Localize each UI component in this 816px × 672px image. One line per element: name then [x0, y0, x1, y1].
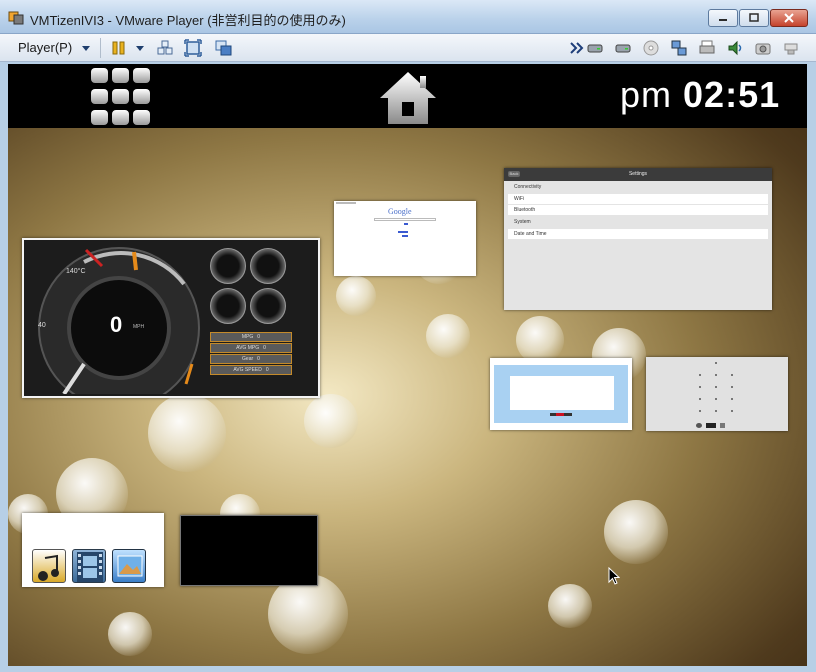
background-bubble [516, 316, 564, 364]
stat-row: MPG 0 [210, 332, 292, 342]
keypad-call-button [696, 423, 702, 428]
cdrom-icon[interactable] [642, 39, 660, 57]
camera-icon[interactable] [754, 39, 772, 57]
background-bubble [148, 394, 226, 472]
blank-app-thumbnail[interactable] [180, 515, 318, 586]
stat-row: AVG SPEED 0 [210, 365, 292, 375]
clock-ampm: pm [620, 74, 673, 115]
minimize-button[interactable] [708, 9, 738, 27]
steering-wheel-gauge [210, 288, 246, 324]
player-menu-label: Player(P) [18, 40, 73, 55]
video-player-icon [72, 549, 106, 583]
pause-icon[interactable] [110, 39, 128, 57]
browser-app-thumbnail[interactable]: Google [334, 201, 476, 276]
link-text [398, 231, 408, 233]
usb-icon[interactable] [782, 39, 800, 57]
toolbar-divider [100, 38, 101, 58]
app-grid-icon[interactable] [91, 68, 151, 126]
background-bubble [108, 612, 152, 656]
fullscreen-icon[interactable] [184, 39, 202, 57]
temperature-low-label: 40 [38, 322, 46, 329]
settings-item: WiFi [508, 194, 768, 204]
small-gauge [250, 248, 286, 284]
link-text [402, 235, 408, 237]
stat-row: Gear 0 [210, 354, 292, 364]
stat-row: AVG MPG 0 [210, 343, 292, 353]
keypad-dial-button [706, 423, 716, 428]
unity-icon[interactable] [214, 39, 232, 57]
sound-icon[interactable] [726, 39, 744, 57]
send-ctrl-alt-del-icon[interactable] [156, 39, 174, 57]
phone-keypad-thumbnail[interactable] [646, 357, 788, 431]
small-gauge [250, 288, 286, 324]
settings-section: Connectivity [514, 184, 542, 190]
tizen-top-bar: pm 02:51 [8, 64, 807, 128]
pause-dropdown-icon[interactable] [136, 46, 144, 51]
chevron-down-icon [81, 46, 90, 52]
clock-time: 02:51 [683, 74, 781, 115]
hdd-icon[interactable] [586, 39, 604, 57]
dialog-indicator [556, 413, 564, 416]
expand-icon[interactable] [568, 39, 586, 57]
speed-readout: 0 [110, 312, 123, 337]
close-icon [784, 13, 794, 23]
temperature-readout: 140°C [66, 268, 86, 275]
mouse-cursor-icon [608, 567, 620, 585]
settings-item: Bluetooth [508, 205, 768, 215]
keypad-delete-button [720, 423, 725, 428]
link-text [404, 223, 408, 225]
background-bubble [604, 500, 668, 564]
clock: pm 02:51 [620, 74, 780, 116]
printer-icon[interactable] [698, 39, 716, 57]
settings-item: Date and Time [508, 229, 768, 239]
network-icon[interactable] [670, 39, 688, 57]
close-button[interactable] [770, 9, 808, 27]
media-app-thumbnail[interactable] [22, 513, 164, 587]
window-titlebar[interactable]: VMTizenIVI3 - VMware Player (非営利目的の使用のみ) [0, 0, 816, 34]
keypad-grid [699, 362, 733, 412]
back-button: Back [508, 171, 520, 177]
dashboard-stats: MPG 0 AVG MPG 0 Gear 0 AVG SPEED 0 [210, 332, 292, 376]
window-title: VMTizenIVI3 - VMware Player (非営利目的の使用のみ) [30, 13, 346, 28]
google-logo: Google [388, 207, 412, 216]
background-bubble [548, 584, 592, 628]
dialog-app-thumbnail[interactable] [490, 358, 632, 430]
home-icon[interactable] [378, 68, 438, 126]
speed-unit: MPH [133, 324, 145, 330]
browser-tab-bar [336, 202, 356, 204]
background-bubble [268, 574, 348, 654]
background-bubble [304, 394, 358, 448]
maximize-icon [749, 13, 759, 22]
dialog-background [494, 365, 628, 423]
dialog-box [510, 376, 614, 410]
settings-section: System [514, 219, 531, 225]
background-bubble [336, 276, 376, 316]
music-player-icon [32, 549, 66, 583]
photo-viewer-icon [112, 549, 146, 583]
player-menu[interactable]: Player(P) [18, 40, 90, 55]
guest-screen[interactable]: pm 02:51 140°C 40 0 MPH MPG 0 AVG MPG 0 Ge… [8, 64, 807, 666]
vmware-toolbar: Player(P) [0, 34, 816, 62]
settings-title: Settings [628, 171, 648, 177]
hdd2-icon[interactable] [614, 39, 632, 57]
dashboard-app-thumbnail[interactable]: 140°C 40 0 MPH MPG 0 AVG MPG 0 Gear 0 AVG S… [22, 238, 320, 398]
small-gauge [210, 248, 246, 284]
background-bubble [426, 314, 470, 358]
minimize-icon [719, 19, 727, 21]
maximize-button[interactable] [739, 9, 769, 27]
vmware-app-icon [8, 11, 24, 25]
settings-header: Back Settings [504, 168, 772, 181]
settings-app-thumbnail[interactable]: Back Settings Connectivity WiFi Bluetoot… [504, 168, 772, 310]
search-box [374, 218, 436, 221]
